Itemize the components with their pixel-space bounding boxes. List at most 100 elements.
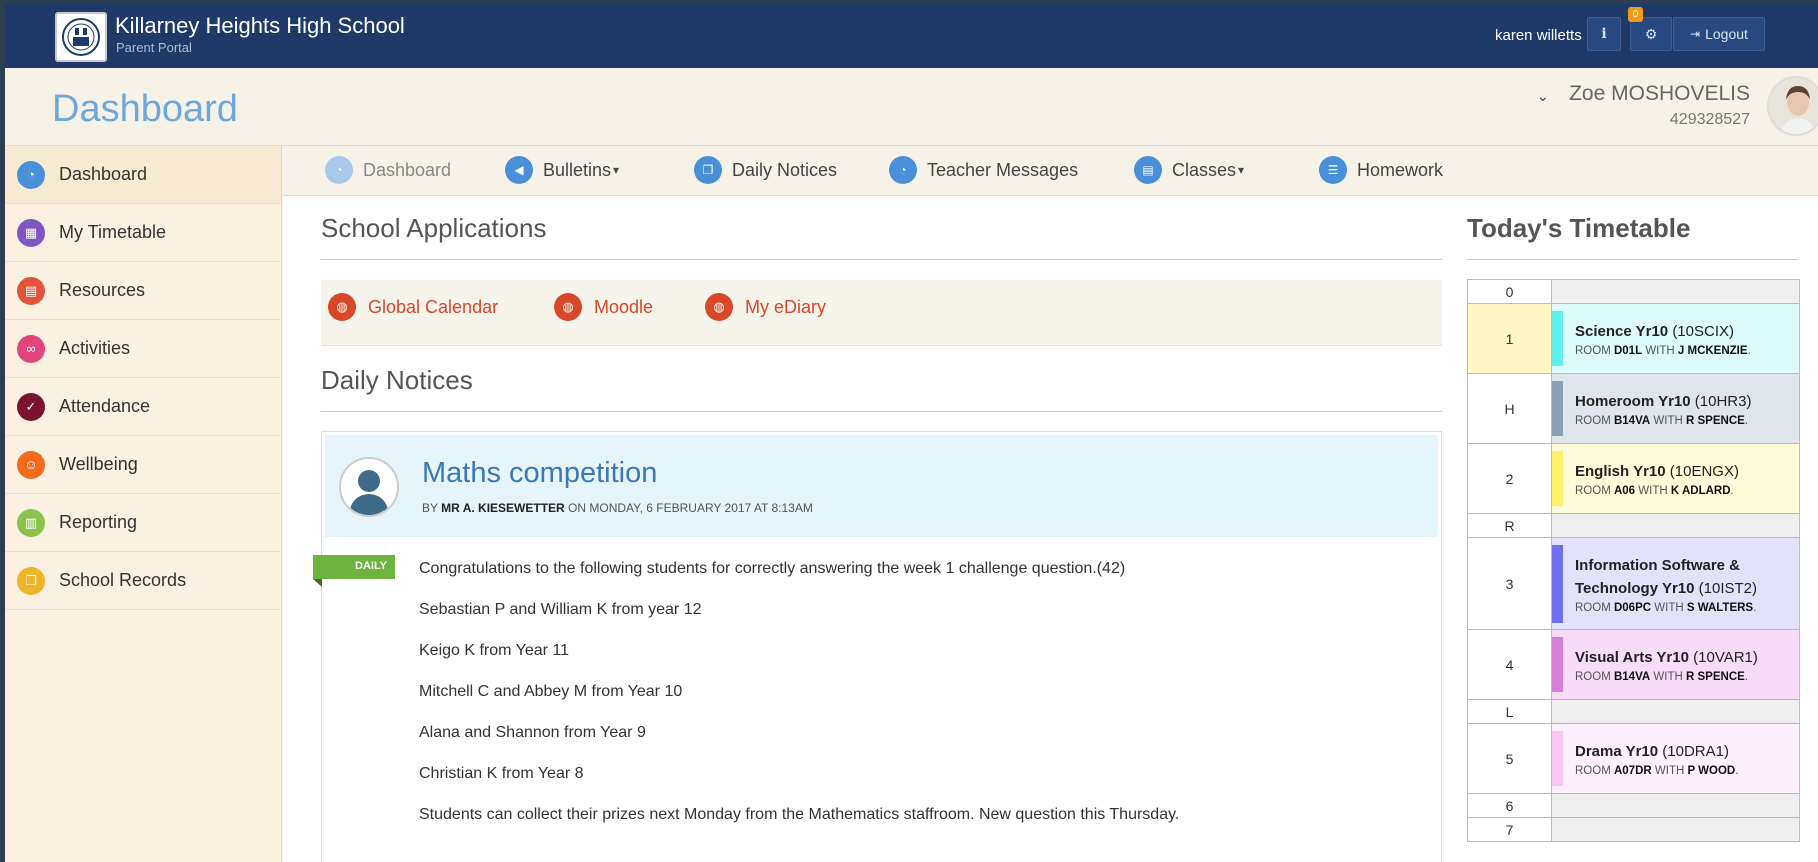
globe-icon: ◍: [705, 293, 733, 321]
class-details: Information Software & Technology Yr10 (…: [1552, 544, 1799, 623]
book-icon: ▤: [1134, 156, 1162, 184]
notice-header: Maths competition BY MR A. KIESEWETTER O…: [325, 435, 1438, 537]
empty-period-cell: [1551, 699, 1800, 724]
notice-line: Sebastian P and William K from year 12: [419, 601, 702, 618]
class-room-line: ROOM B14VA WITH R SPENCE.: [1575, 671, 1748, 683]
student-avatar[interactable]: [1767, 76, 1818, 136]
room-label: ROOM: [1575, 601, 1611, 614]
class-cell[interactable]: English Yr10 (10ENGX) ROOM A06 WITH K ADL…: [1551, 443, 1800, 514]
room-label: ROOM: [1575, 415, 1611, 427]
class-color-bar: [1552, 544, 1563, 623]
room-code: B14VA: [1613, 415, 1651, 427]
timetable-table: 0 1 Science Yr10 (10SCIX) ROOM D01L WITH J …: [1467, 279, 1800, 842]
nav-tab-classes[interactable]: ▤ Classes ▾: [1134, 154, 1244, 186]
dashboard-icon: ◔: [889, 156, 917, 184]
class-code: (10IST2): [1698, 579, 1758, 597]
chevron-down-icon: ▾: [613, 163, 620, 177]
empty-period-cell: [1551, 793, 1800, 818]
class-name: Information Software & Technology Yr10 (…: [1575, 554, 1789, 600]
class-details: English Yr10 (10ENGX) ROOM A06 WITH K ADL…: [1552, 451, 1799, 506]
settings-button[interactable]: ⚙: [1630, 17, 1672, 51]
sidebar-item-my-timetable[interactable]: ▦ My Timetable: [5, 204, 281, 262]
student-selector-chevron-icon[interactable]: ⌄: [1537, 88, 1549, 105]
top-bar: Killarney Heights High School Parent Por…: [5, 4, 1818, 68]
class-name: Homeroom Yr10 (10HR3): [1575, 390, 1789, 413]
user-name[interactable]: karen willetts: [1495, 27, 1582, 44]
logout-button[interactable]: ⇥ Logout: [1673, 17, 1765, 51]
app-link-my-ediary[interactable]: ◍ My eDiary: [705, 290, 826, 324]
sidebar-item-label: Reporting: [59, 512, 138, 532]
period-label: H: [1467, 373, 1552, 444]
notice-body: Congratulations to the following student…: [419, 560, 1419, 847]
period-label: 0: [1467, 279, 1552, 304]
teacher-name: R SPENCE: [1686, 415, 1745, 427]
room-label: ROOM: [1575, 345, 1611, 357]
sidebar-item-activities[interactable]: ∞ Activities: [5, 320, 281, 378]
timetable-row: 7: [1467, 817, 1800, 842]
nav-tab-label: Bulletins: [543, 159, 612, 180]
app-link-moodle[interactable]: ◍ Moodle: [554, 290, 653, 324]
nav-tab-dashboard[interactable]: ◔ Dashboard: [325, 154, 451, 186]
with-label: WITH: [1653, 415, 1683, 427]
class-cell[interactable]: Visual Arts Yr10 (10VAR1) ROOM B14VA WITH…: [1551, 629, 1800, 700]
nav-tab-homework[interactable]: ☰ Homework: [1319, 154, 1443, 186]
sidebar-item-dashboard[interactable]: ◔ Dashboard: [5, 146, 281, 204]
smile-icon: ☺: [17, 450, 45, 479]
class-cell[interactable]: Homeroom Yr10 (10HR3) ROOM B14VA WITH R S…: [1551, 373, 1800, 444]
room-code: A07DR: [1613, 765, 1652, 777]
ribbon-fold: [313, 579, 322, 587]
nav-tab-daily-notices[interactable]: ❐ Daily Notices: [694, 154, 837, 186]
class-code: (10HR3): [1694, 393, 1752, 410]
sidebar-item-label: My Timetable: [59, 222, 167, 242]
sidebar: ◔ Dashboard ▦ My Timetable ▤ Resources ∞…: [5, 146, 282, 862]
list-icon: ☰: [1319, 156, 1347, 184]
page-title: Dashboard: [52, 88, 238, 130]
copy-icon: ❐: [694, 156, 722, 184]
timetable-row: H Homeroom Yr10 (10HR3) ROOM B14VA WITH R …: [1467, 373, 1800, 444]
divider: [321, 259, 1442, 260]
bar-chart-icon: ▥: [17, 508, 45, 537]
class-cell[interactable]: Drama Yr10 (10DRA1) ROOM A07DR WITH P WOO…: [1551, 723, 1800, 794]
info-icon: i: [1601, 26, 1607, 42]
nav-tab-teacher-messages[interactable]: ◔ Teacher Messages: [889, 154, 1078, 186]
class-cell[interactable]: Information Software & Technology Yr10 (…: [1551, 537, 1800, 630]
sidebar-item-wellbeing[interactable]: ☺ Wellbeing: [5, 436, 281, 494]
room-label: ROOM: [1575, 485, 1611, 497]
student-id: 429328527: [1669, 111, 1750, 128]
class-code: (10ENGX): [1669, 463, 1739, 480]
notice-line: Congratulations to the following student…: [419, 560, 1126, 577]
room-code: D01L: [1613, 345, 1643, 357]
student-name[interactable]: Zoe MOSHOVELIS: [1569, 82, 1750, 106]
period-label: R: [1467, 513, 1552, 538]
calendar-icon: ▦: [17, 218, 45, 247]
notice-title[interactable]: Maths competition: [422, 457, 657, 490]
school-logo[interactable]: [55, 12, 107, 62]
nav-tab-bulletins[interactable]: ◀ Bulletins ▾: [505, 154, 619, 186]
notice-card: Maths competition BY MR A. KIESEWETTER O…: [313, 431, 1442, 862]
info-button[interactable]: i: [1587, 17, 1621, 51]
sidebar-item-resources[interactable]: ▤ Resources: [5, 262, 281, 320]
notice-line: Mitchell C and Abbey M from Year 10: [419, 683, 683, 700]
daily-notices-title: Daily Notices: [321, 365, 473, 395]
class-details: Homeroom Yr10 (10HR3) ROOM B14VA WITH R S…: [1552, 381, 1799, 436]
app-link-global-calendar[interactable]: ◍ Global Calendar: [328, 290, 498, 324]
sidebar-item-label: Resources: [59, 280, 146, 300]
divider: [321, 411, 1442, 412]
notice-line: Students can collect their prizes next M…: [419, 806, 1180, 823]
school-applications-title: School Applications: [321, 213, 547, 243]
logout-label: Logout: [1705, 26, 1748, 42]
timetable-row: R: [1467, 513, 1800, 538]
sidebar-item-school-records[interactable]: ❐ School Records: [5, 552, 281, 610]
with-label: WITH: [1638, 485, 1668, 497]
room-label: ROOM: [1575, 765, 1611, 777]
room-code: A06: [1613, 485, 1636, 497]
class-cell[interactable]: Science Yr10 (10SCIX) ROOM D01L WITH J MC…: [1551, 303, 1800, 374]
sidebar-item-attendance[interactable]: ✓ Attendance: [5, 378, 281, 436]
dashboard-icon: ◔: [325, 156, 353, 184]
class-details: Visual Arts Yr10 (10VAR1) ROOM B14VA WITH…: [1552, 637, 1799, 692]
sidebar-item-label: School Records: [59, 570, 187, 590]
dashboard-nav: ◔ Dashboard ◀ Bulletins ▾ ❐ Daily Notice…: [283, 146, 1818, 196]
room-code: D06PC: [1613, 601, 1652, 614]
room-label: ROOM: [1575, 671, 1611, 683]
sidebar-item-reporting[interactable]: ▥ Reporting: [5, 494, 281, 552]
